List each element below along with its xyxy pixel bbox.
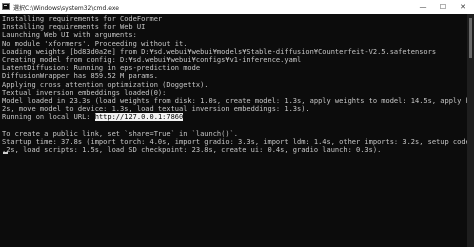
title-bar: 選択C:\Windows\system32\cmd.exe — ☐ ✕: [0, 0, 474, 14]
minimize-button[interactable]: —: [413, 0, 433, 14]
scrollbar-thumb[interactable]: [469, 18, 472, 58]
console-line: .2s, load scripts: 1.5s, load SD checkpo…: [2, 146, 382, 154]
console-line: Startup time: 37.8s (import torch: 4.0s,…: [2, 137, 474, 146]
console-line-blank: [2, 121, 474, 129]
console-line: 2s, move model to device: 1.3s, load tex…: [2, 105, 310, 114]
console-line: Model loaded in 23.3s (load weights from…: [2, 96, 474, 105]
console-line: Installing requirements for CodeFormer: [2, 15, 163, 23]
console-line: Installing requirements for Web UI: [2, 23, 146, 32]
console-line: No module 'xformers'. Proceeding without…: [2, 39, 188, 48]
console-line-label: Running on local URL:: [2, 113, 91, 122]
console-line: Launching Web UI with arguments:: [2, 31, 137, 40]
console-line: LatentDiffusion: Running in eps-predicti…: [2, 64, 201, 73]
console-output[interactable]: Installing requirements for CodeFormer I…: [0, 14, 474, 247]
cmd-icon: [2, 3, 10, 10]
console-line: Loading weights [bd83d0a2e] from D:¥sd.w…: [2, 47, 437, 56]
close-button[interactable]: ✕: [453, 0, 473, 14]
local-url-selection[interactable]: http://127.0.0.1:7860: [94, 113, 184, 122]
console-line-url: Running on local URL: http://127.0.0.1:7…: [2, 113, 474, 122]
console-lines: Installing requirements for CodeFormer I…: [2, 15, 474, 154]
console-line: DiffusionWrapper has 859.52 M params.: [2, 72, 158, 81]
console-line: Textual inversion embeddings loaded(0):: [2, 88, 167, 97]
console-line: Applying cross attention optimization (D…: [2, 80, 209, 89]
maximize-button[interactable]: ☐: [433, 0, 453, 14]
text-cursor: [3, 152, 8, 154]
console-line: Creating model from config: D:¥sd.webui¥…: [2, 55, 302, 64]
window-title: 選択C:\Windows\system32\cmd.exe: [13, 5, 119, 12]
console-line: To create a public link, set `share=True…: [2, 129, 239, 138]
